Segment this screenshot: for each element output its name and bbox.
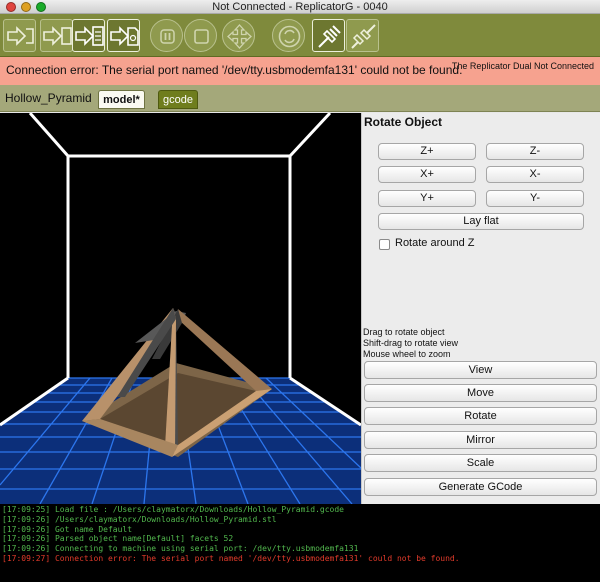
rotate-x-plus-button[interactable]: X+ [378,166,476,183]
reset-icon [278,25,301,48]
rotate-y-plus-button[interactable]: Y+ [378,190,476,207]
console-line: [17:09:26] Got name Default [2,524,133,534]
move-arrows-icon [227,24,252,49]
rotate-object-panel: Rotate Object Z+ Z- X+ X- Y+ Y- Lay flat… [361,113,600,504]
console-line: [17:09:26] Parsed object name[Default] f… [2,534,234,544]
stop-button[interactable] [184,19,217,52]
console-error-line: [17:09:27] Connection error: The serial … [2,553,460,563]
pause-icon [160,29,175,44]
disconnect-button[interactable] [346,19,379,52]
console-line: [17:09:26] Connecting to machine using s… [2,544,359,554]
control-panel-button[interactable] [222,19,255,52]
build-file-icon [43,26,72,46]
build-to-machine-button[interactable] [3,19,36,52]
machine-status: The Replicator Dual Not Connected [451,61,594,71]
rotate-button[interactable]: Rotate [364,407,597,425]
panel-title: Rotate Object [364,115,443,129]
pause-button[interactable] [150,19,183,52]
scale-button[interactable]: Scale [364,454,597,472]
window-title: Not Connected - ReplicatorG - 0040 [212,1,388,13]
rotate-around-z-label: Rotate around Z [395,237,475,249]
build-icon [7,26,34,46]
connect-button[interactable] [312,19,345,52]
build-volume-scene [0,113,361,504]
hint-drag: Drag to rotate object [363,327,445,337]
file-name-label: Hollow_Pyramid [5,91,92,105]
tab-gcode[interactable]: gcode [158,90,198,109]
upload-button[interactable] [72,19,105,52]
editor-tab-bar: Hollow_Pyramid model* gcode [0,85,600,112]
build-to-sd-button[interactable] [107,19,140,52]
rotate-z-minus-button[interactable]: Z- [486,143,584,160]
hint-mouse-wheel: Mouse wheel to zoom [363,349,451,359]
title-bar: Not Connected - ReplicatorG - 0040 [0,0,600,14]
sd-card-icon [110,26,139,46]
disconnect-icon [351,24,376,49]
rotate-y-minus-button[interactable]: Y- [486,190,584,207]
build-to-file-button[interactable] [40,19,73,52]
connection-error-banner: Connection error: The serial port named … [0,57,600,85]
hint-shift-drag: Shift-drag to rotate view [363,338,459,348]
rotate-around-z-checkbox[interactable] [379,239,390,250]
rotate-x-minus-button[interactable]: X- [486,166,584,183]
rotate-z-plus-button[interactable]: Z+ [378,143,476,160]
move-button[interactable]: Move [364,384,597,402]
generate-gcode-button[interactable]: Generate GCode [364,478,597,496]
view-button[interactable]: View [364,361,597,379]
stop-icon [194,29,209,44]
upload-icon [75,26,104,46]
console-line: [17:09:25] Load file : /Users/claymatorx… [2,505,344,514]
model-3d-viewport[interactable] [0,113,361,504]
console-line: [17:09:26] /Users/claymatorx/Downloads/H… [2,514,277,524]
reset-button[interactable] [272,19,305,52]
console-log[interactable]: [17:09:25] Load file : /Users/claymatorx… [0,504,600,582]
mirror-button[interactable]: Mirror [364,431,597,449]
connect-icon [318,25,341,48]
error-message: Connection error: The serial port named … [6,63,463,77]
toolbar [0,14,600,57]
tab-model[interactable]: model* [98,90,145,109]
lay-flat-button[interactable]: Lay flat [378,213,584,230]
